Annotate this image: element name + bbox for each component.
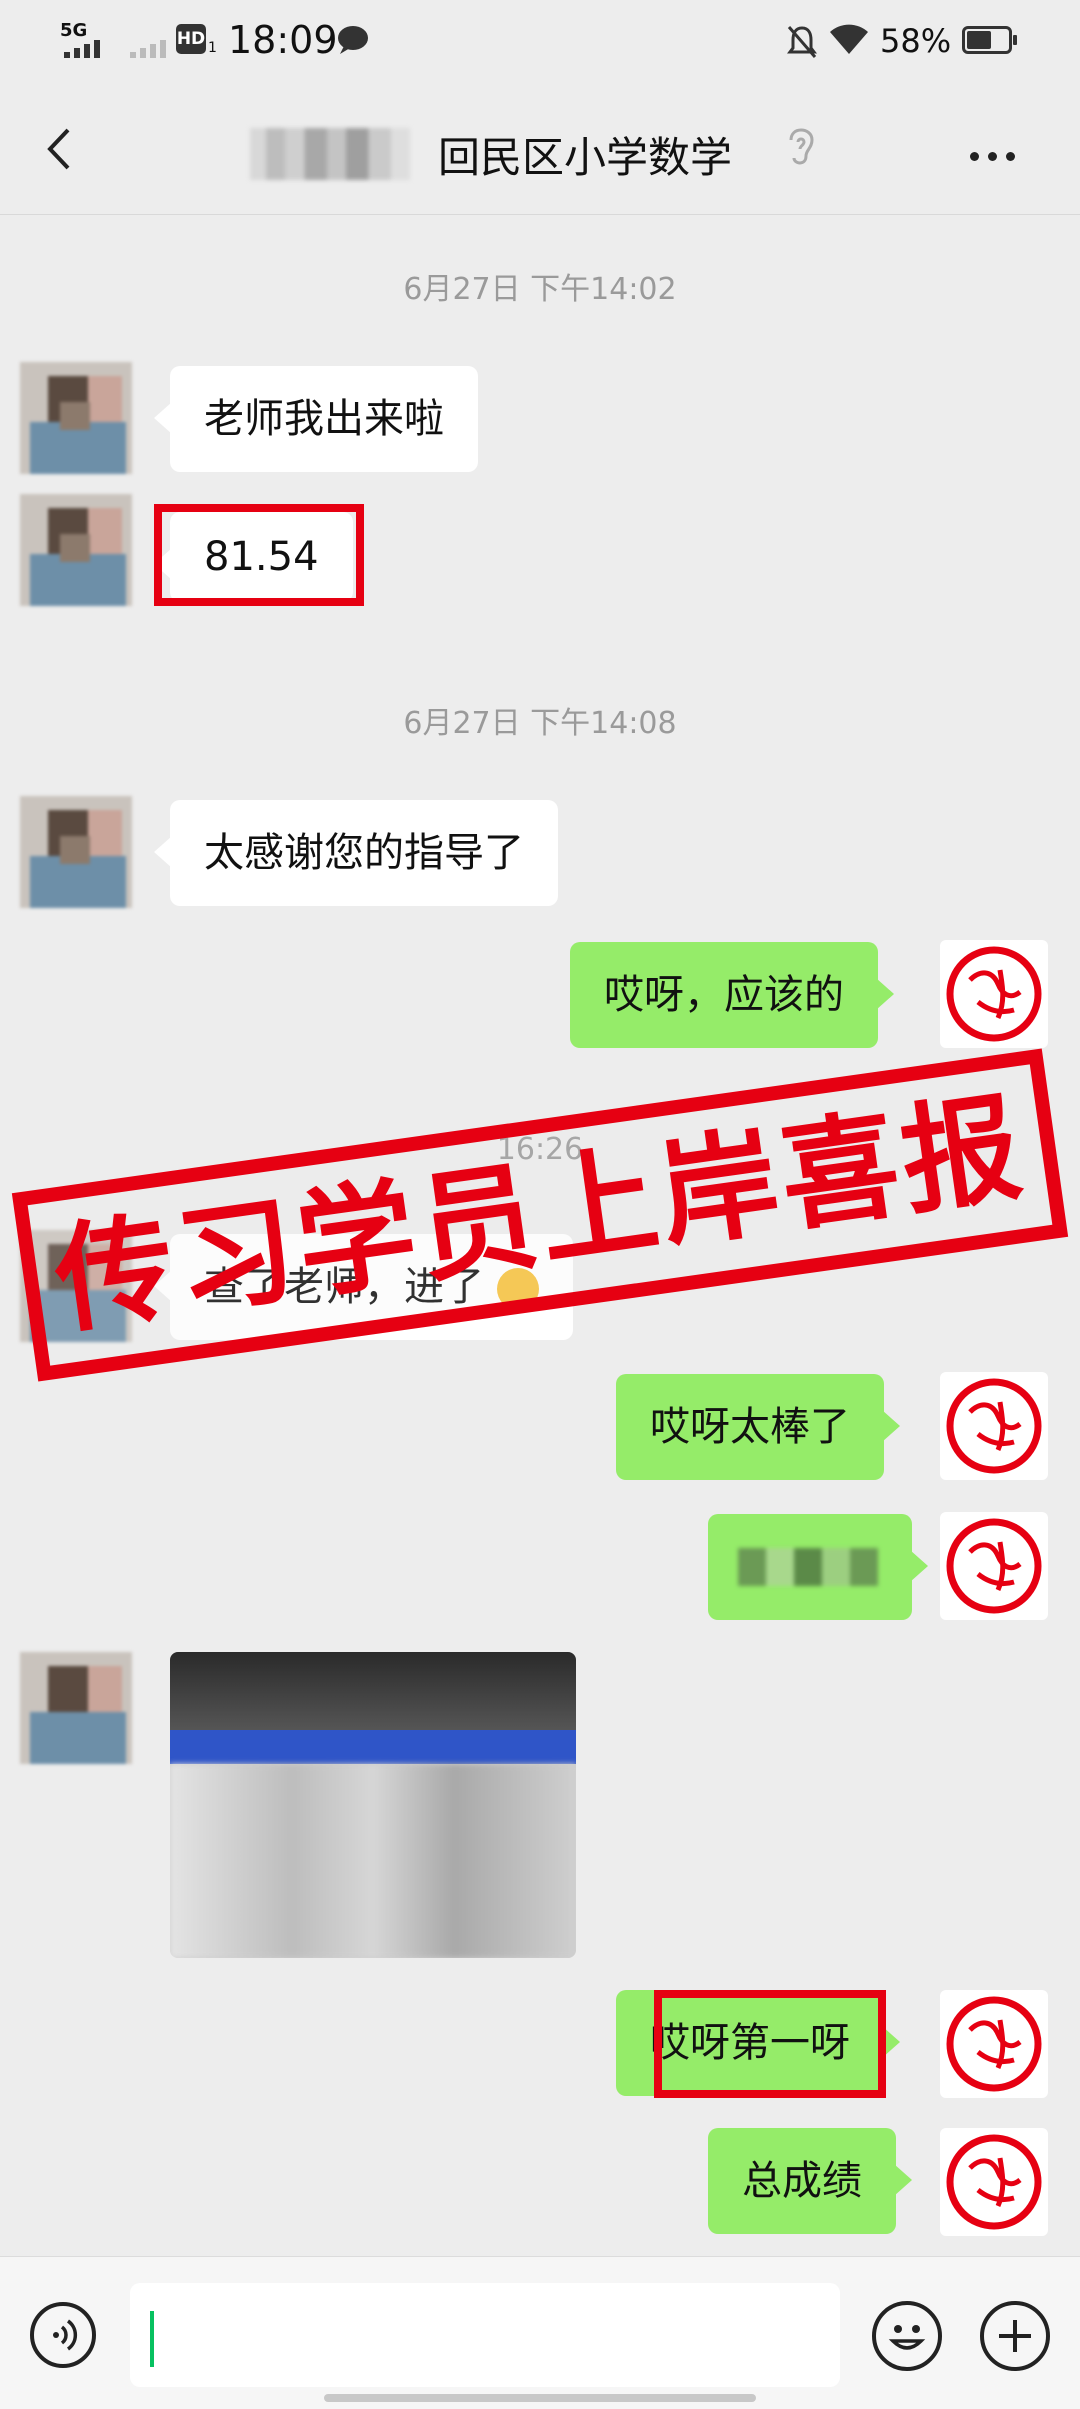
self-avatar-seal-icon[interactable] — [940, 1512, 1048, 1620]
message-input[interactable] — [130, 2283, 840, 2387]
emoji-icon[interactable] — [872, 2301, 942, 2371]
self-avatar-seal-icon[interactable] — [940, 940, 1048, 1048]
highlight-box — [654, 1990, 886, 2098]
avatar[interactable] — [20, 796, 132, 908]
avatar[interactable] — [20, 1652, 132, 1764]
blurred-contact-name — [250, 128, 410, 180]
chat-bubble-sent[interactable]: 哎呀，应该的 — [570, 942, 894, 1048]
battery-percent: 58% — [880, 22, 952, 60]
hd-sub: 1 — [208, 40, 217, 56]
battery-icon — [962, 26, 1017, 54]
timestamp: 6月27日 下午14:02 — [403, 272, 677, 307]
add-plus-icon[interactable] — [980, 2301, 1050, 2371]
network-type: 5G — [60, 20, 88, 41]
chat-bubble-sent[interactable]: 总成绩 — [708, 2128, 912, 2234]
timestamp: 6月27日 下午14:08 — [403, 706, 677, 741]
signal2-icon — [130, 40, 166, 58]
message-notification-icon — [338, 26, 368, 54]
chat-bubble-sent[interactable]: 哎呀太棒了 — [616, 1374, 900, 1480]
wifi-icon — [830, 24, 868, 54]
self-avatar-seal-icon[interactable] — [940, 1372, 1048, 1480]
self-avatar-seal-icon[interactable] — [940, 2128, 1048, 2236]
chat-bubble-sent-blurred[interactable] — [708, 1514, 928, 1620]
input-bar — [0, 2256, 1080, 2409]
mute-bell-icon — [787, 26, 817, 58]
highlight-box — [154, 504, 364, 606]
signal-icon — [64, 40, 100, 58]
chat-bubble-received[interactable]: 老师我出来啦 — [154, 366, 478, 472]
voice-input-icon[interactable] — [30, 2302, 96, 2368]
back-arrow-icon[interactable] — [38, 124, 88, 174]
more-options-icon[interactable] — [970, 146, 1024, 165]
text-caret — [150, 2311, 154, 2367]
image-message[interactable] — [170, 1652, 576, 1958]
earpiece-mode-icon — [789, 128, 814, 165]
hd-badge: HD — [176, 24, 206, 54]
self-avatar-seal-icon[interactable] — [940, 1990, 1048, 2098]
chat-bubble-received[interactable]: 太感谢您的指导了 — [154, 800, 558, 906]
avatar[interactable] — [20, 362, 132, 474]
chat-title: 回民区小学数学 — [438, 133, 733, 182]
chat-header: 回民区小学数学 — [0, 84, 1080, 215]
home-indicator[interactable] — [324, 2394, 756, 2402]
status-bar: 5G HD 1 18:09 58% — [0, 0, 1080, 84]
avatar[interactable] — [20, 494, 132, 606]
clock: 18:09 — [228, 18, 338, 62]
